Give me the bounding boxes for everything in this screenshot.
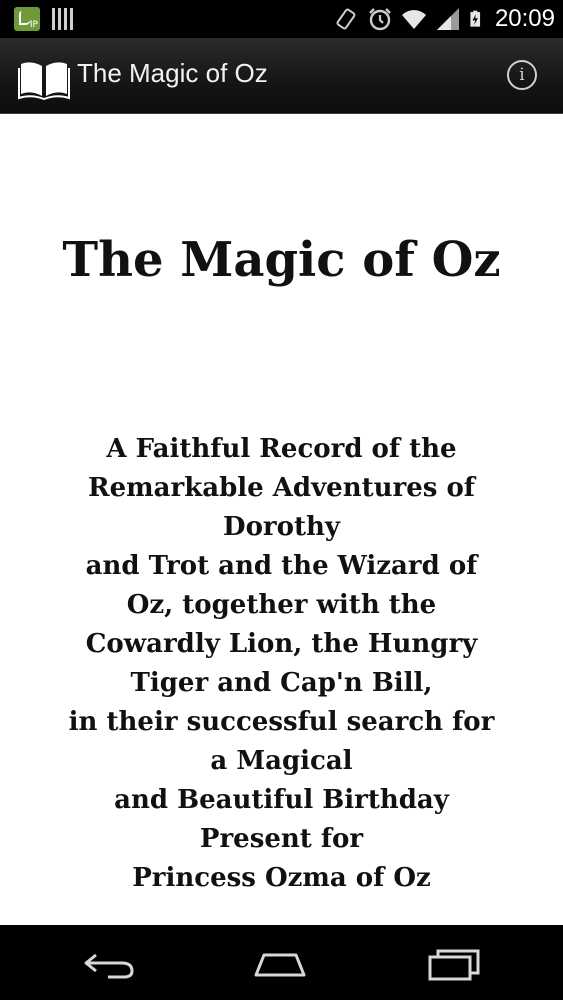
subtitle-line: Remarkable Adventures of [88,473,475,503]
info-button[interactable]: i [507,60,537,90]
book-subtitle: A Faithful Record of the Remarkable Adve… [40,430,523,898]
notification-icons: IP [14,7,73,31]
info-icon: i [519,65,525,85]
alarm-icon [369,8,391,31]
subtitle-line: Princess Ozma of Oz [132,863,431,893]
status-bar: IP 20:09 [0,0,563,38]
app-title: The Magic of Oz [77,58,268,88]
recent-apps-icon[interactable] [424,943,484,983]
battery-charging-icon [470,10,481,27]
subtitle-line: in their successful search for [68,707,495,737]
subtitle-line: and Beautiful Birthday [114,785,449,815]
signal-icon [436,8,459,30]
subtitle-line: Tiger and Cap'n Bill, [130,668,433,698]
book-title: The Magic of Oz [62,232,501,288]
wifi-icon [401,10,426,30]
barcode-notification-icon [52,8,73,30]
subtitle-line: A Faithful Record of the [106,434,457,464]
subtitle-line: a Magical [210,746,353,776]
navigation-bar [0,925,563,1000]
vibrate-icon [336,8,356,30]
subtitle-line: and Trot and the Wizard of [85,551,478,581]
subtitle-line: Oz, together with the [126,590,437,620]
book-title-page: The Magic of Oz A Faithful Record of the… [0,114,563,925]
home-icon[interactable] [250,943,310,983]
open-book-icon[interactable] [18,54,70,100]
action-bar: The Magic of Oz i [0,38,563,114]
subtitle-line: Present for [199,824,364,854]
status-time: 20:09 [494,5,555,32]
call-notification-icon: IP [14,7,40,31]
back-icon[interactable] [78,943,138,983]
subtitle-line: Dorothy [223,512,340,542]
system-status-icons: 20:09 [333,5,555,33]
subtitle-line: Cowardly Lion, the Hungry [85,629,478,659]
